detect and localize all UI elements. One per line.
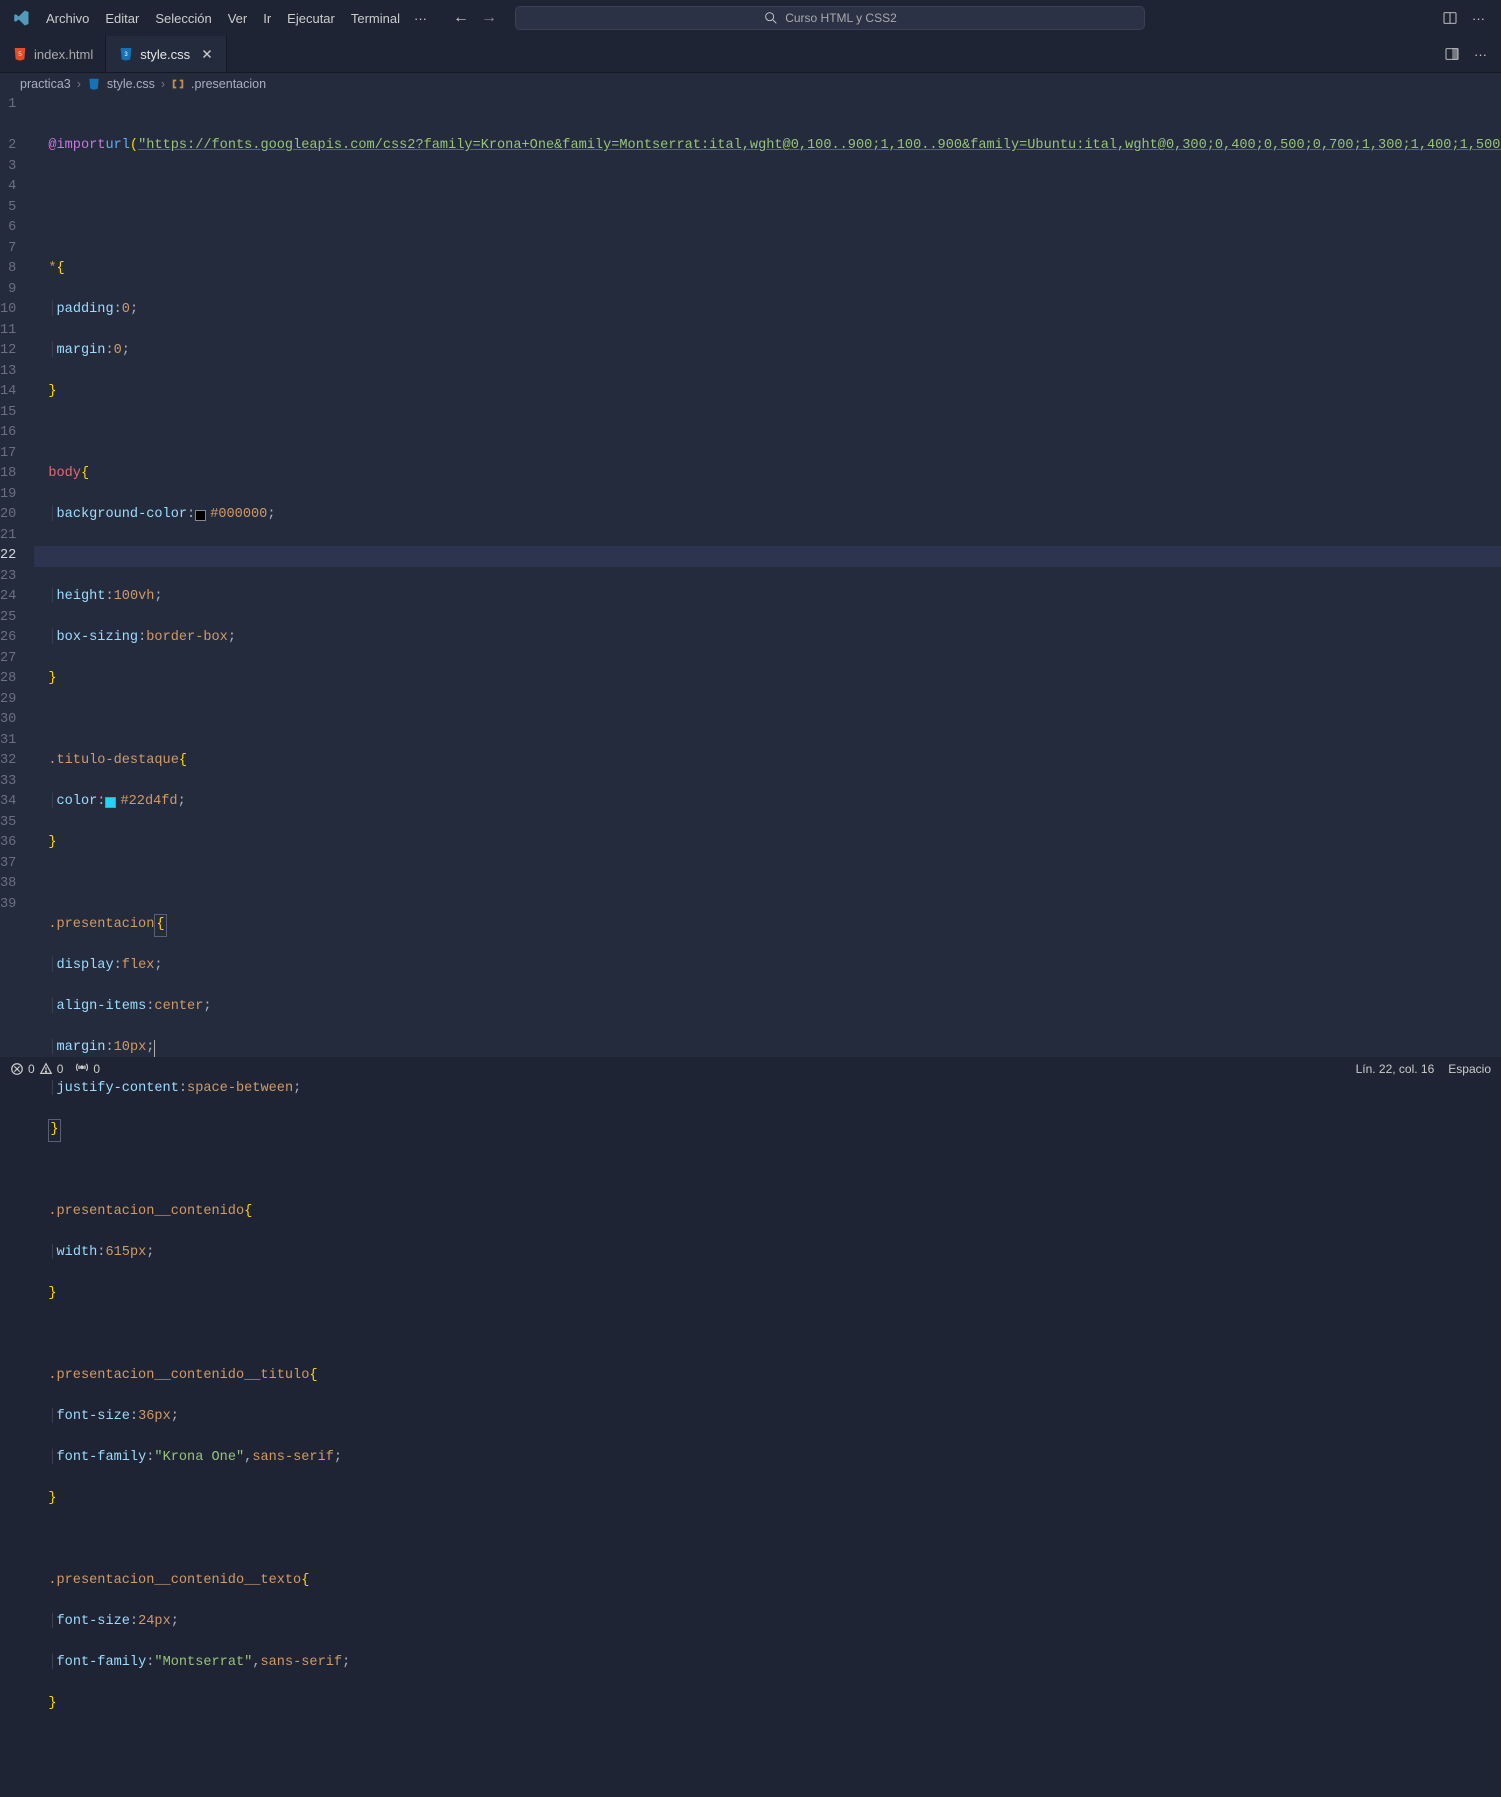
menu-edit[interactable]: Editar (97, 7, 147, 30)
status-cursor-pos[interactable]: Lín. 22, col. 16 (1356, 1062, 1435, 1076)
status-indent[interactable]: Espacio (1448, 1062, 1491, 1076)
tab-actions-more-icon[interactable]: ··· (1474, 47, 1487, 62)
error-icon (10, 1062, 24, 1076)
color-swatch[interactable] (195, 510, 206, 521)
tab-index-html[interactable]: 5 index.html (0, 36, 106, 72)
text-cursor (154, 1040, 155, 1057)
chevron-right-icon: › (161, 77, 165, 91)
breadcrumb[interactable]: practica3 › style.css › .presentacion (0, 72, 1501, 95)
title-more-icon[interactable]: ··· (1472, 11, 1485, 26)
warning-icon (39, 1062, 53, 1076)
tabs-bar: 5 index.html 3 style.css ··· (0, 36, 1501, 72)
menu-terminal[interactable]: Terminal (343, 7, 408, 30)
breadcrumb-item[interactable]: .presentacion (191, 77, 266, 91)
line-number-gutter: 1 23456789101112131415161718192021222324… (0, 95, 34, 1057)
close-icon[interactable] (200, 47, 214, 61)
menu-bar: Archivo Editar Selección Ver Ir Ejecutar… (38, 7, 433, 30)
breadcrumb-item[interactable]: practica3 (20, 77, 71, 91)
menu-more-icon[interactable]: ··· (408, 7, 433, 30)
tab-style-css[interactable]: 3 style.css (106, 36, 227, 72)
titlebar: Archivo Editar Selección Ver Ir Ejecutar… (0, 0, 1501, 36)
tab-label: style.css (140, 47, 190, 62)
split-editor-icon[interactable] (1444, 46, 1460, 62)
html-file-icon: 5 (12, 46, 28, 62)
command-center[interactable]: Curso HTML y CSS2 (515, 6, 1145, 30)
code-editor[interactable]: 1 23456789101112131415161718192021222324… (0, 95, 1501, 1057)
status-errors[interactable]: 0 0 (10, 1062, 63, 1076)
menu-file[interactable]: Archivo (38, 7, 97, 30)
menu-selection[interactable]: Selección (147, 7, 219, 30)
command-center-text: Curso HTML y CSS2 (785, 11, 897, 25)
color-swatch[interactable] (105, 797, 116, 808)
chevron-right-icon: › (77, 77, 81, 91)
code-content[interactable]: @import url("https://fonts.googleapis.co… (34, 95, 1501, 1057)
nav-forward-icon[interactable]: → (481, 9, 497, 27)
menu-run[interactable]: Ejecutar (279, 7, 343, 30)
css-file-icon (87, 77, 101, 91)
layout-toggle-icon[interactable] (1442, 10, 1458, 26)
menu-go[interactable]: Ir (255, 7, 279, 30)
status-ports[interactable]: 0 (75, 1062, 100, 1076)
css-file-icon: 3 (118, 46, 134, 62)
radio-tower-icon (75, 1062, 89, 1076)
search-icon (763, 10, 779, 26)
nav-back-icon[interactable]: ← (453, 9, 469, 27)
import-url: "https://fonts.googleapis.com/css2?famil… (138, 136, 1501, 157)
vscode-logo-icon (12, 9, 30, 27)
status-bar: 0 0 0 Lín. 22, col. 16 Espacio (0, 1058, 1501, 1080)
brackets-icon (171, 77, 185, 91)
nav-history: ← → (453, 9, 497, 27)
tab-label: index.html (34, 47, 93, 62)
breadcrumb-item[interactable]: style.css (107, 77, 155, 91)
menu-view[interactable]: Ver (220, 7, 256, 30)
